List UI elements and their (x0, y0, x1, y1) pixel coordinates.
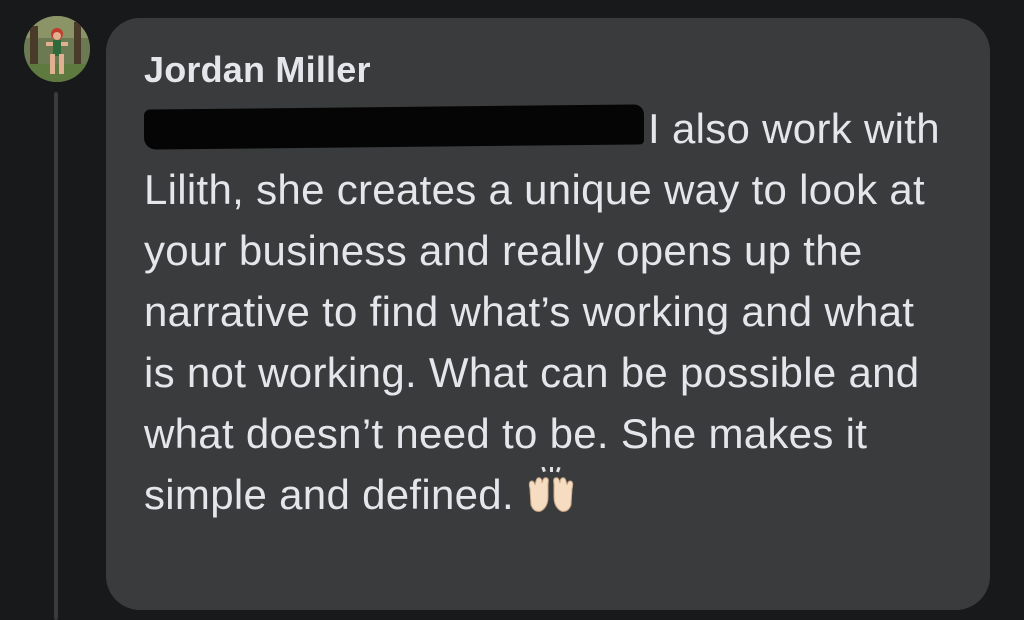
raising-hands-icon (524, 466, 578, 515)
avatar-image (24, 16, 90, 82)
comment-bubble: Jordan Miller I also work with Lilith, s… (106, 18, 990, 610)
comment-author[interactable]: Jordan Miller (144, 48, 950, 92)
comment-text: I also work with Lilith, she creates a u… (144, 105, 940, 518)
comment-body: I also work with Lilith, she creates a u… (144, 98, 944, 525)
redaction-mark (144, 104, 644, 150)
thread-line (54, 92, 58, 620)
comment-thread: Jordan Miller I also work with Lilith, s… (0, 0, 1024, 620)
avatar[interactable] (24, 16, 90, 82)
